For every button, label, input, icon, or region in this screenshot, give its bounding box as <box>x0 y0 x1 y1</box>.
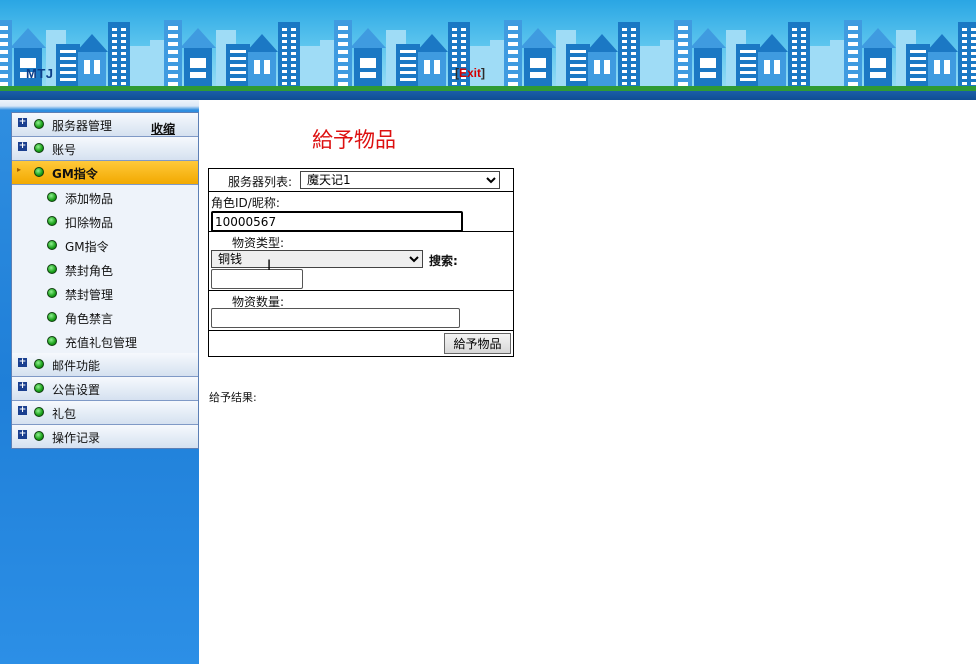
give-item-form: 服务器列表: 魔天记1 角色ID/昵称: 物资类型: 铜钱 搜索: 物资数量: … <box>208 168 514 357</box>
sidebar-item-gm-command[interactable]: GM指令 <box>12 233 198 257</box>
exit-area: [Exit] <box>455 66 485 80</box>
role-label: 角色ID/昵称: <box>211 196 280 210</box>
sidebar-category-gm[interactable]: ▸ GM指令 <box>12 161 198 185</box>
sidebar-category-label: 邮件功能 <box>52 359 101 373</box>
form-row-quantity: 物资数量: <box>209 291 513 331</box>
sidebar-category-log[interactable]: + 操作记录 <box>12 425 198 448</box>
green-dot-icon <box>34 383 44 393</box>
form-row-role: 角色ID/昵称: <box>209 192 513 232</box>
sidebar-item-ban-manage[interactable]: 禁封管理 <box>12 281 198 305</box>
brand-logo: MTJ <box>26 66 54 81</box>
sidebar-item-recharge-gift[interactable]: 充值礼包管理 <box>12 329 198 353</box>
server-label: 服务器列表: <box>228 175 293 189</box>
green-dot-icon <box>34 143 44 153</box>
header-banner: MTJ [Exit] <box>0 0 976 100</box>
sidebar-category-gift[interactable]: + 礼包 <box>12 401 198 425</box>
plus-icon[interactable]: + <box>18 358 27 367</box>
sidebar-category-notice[interactable]: + 公告设置 <box>12 377 198 401</box>
green-dot-icon <box>34 359 44 369</box>
role-id-input[interactable] <box>211 211 463 232</box>
give-item-button[interactable]: 給予物品 <box>444 333 511 354</box>
sidebar-category-server[interactable]: + 服务器管理 收缩 <box>12 113 198 137</box>
form-row-type: 物资类型: 铜钱 搜索: <box>209 232 513 291</box>
collapse-link[interactable]: 收缩 <box>151 120 175 137</box>
sidebar-item-mute-role[interactable]: 角色禁言 <box>12 305 198 329</box>
banner-band <box>0 91 976 100</box>
sidebar-item-label[interactable]: 角色禁言 <box>65 310 113 327</box>
server-select[interactable]: 魔天记1 <box>300 171 500 189</box>
search-label: 搜索: <box>429 254 458 268</box>
sidebar-category-account[interactable]: + 账号 <box>12 137 198 161</box>
sidebar-item-label[interactable]: 禁封管理 <box>65 286 113 303</box>
plus-icon[interactable]: + <box>18 382 27 391</box>
green-dot-icon <box>47 216 57 226</box>
sidebar-item-label[interactable]: 扣除物品 <box>65 214 113 231</box>
sidebar-item-add-item[interactable]: 添加物品 <box>12 185 198 209</box>
sidebar: + 服务器管理 收缩 + 账号 ▸ GM指令 添加物品 扣除物品 GM指令 禁封… <box>0 100 199 664</box>
sidebar-item-ban-role[interactable]: 禁封角色 <box>12 257 198 281</box>
arrow-icon: ▸ <box>17 165 22 174</box>
quantity-input[interactable] <box>211 308 460 328</box>
sidebar-category-label: GM指令 <box>52 167 98 181</box>
search-input[interactable] <box>211 269 303 289</box>
green-dot-icon <box>47 312 57 322</box>
green-dot-icon <box>47 288 57 298</box>
sidebar-category-label: 操作记录 <box>52 431 101 445</box>
green-dot-icon <box>47 264 57 274</box>
sidebar-item-label[interactable]: 禁封角色 <box>65 262 113 279</box>
sidebar-category-label: 服务器管理 <box>52 119 113 133</box>
sidebar-menu: + 服务器管理 收缩 + 账号 ▸ GM指令 添加物品 扣除物品 GM指令 禁封… <box>11 112 199 449</box>
green-dot-icon <box>34 407 44 417</box>
item-type-select[interactable]: 铜钱 <box>211 250 423 268</box>
sidebar-item-label[interactable]: GM指令 <box>65 238 109 255</box>
plus-icon[interactable]: + <box>18 430 27 439</box>
green-dot-icon <box>34 431 44 441</box>
plus-icon[interactable]: + <box>18 118 27 127</box>
city-skyline-image <box>0 20 976 90</box>
plus-icon[interactable]: + <box>18 142 27 151</box>
sidebar-submenu-gm: 添加物品 扣除物品 GM指令 禁封角色 禁封管理 角色禁言 充值礼包管理 <box>12 185 198 353</box>
green-dot-icon <box>47 336 57 346</box>
green-dot-icon <box>34 167 44 177</box>
form-row-submit: 給予物品 <box>209 331 513 356</box>
text-cursor-icon: I <box>267 258 272 274</box>
sidebar-item-label[interactable]: 添加物品 <box>65 190 113 207</box>
green-dot-icon <box>47 192 57 202</box>
sidebar-category-mail[interactable]: + 邮件功能 <box>12 353 198 377</box>
exit-link[interactable]: Exit <box>459 66 481 80</box>
sidebar-category-label: 礼包 <box>52 407 77 421</box>
green-dot-icon <box>34 119 44 129</box>
form-row-server: 服务器列表: 魔天记1 <box>209 169 513 192</box>
page-title: 給予物品 <box>312 128 396 152</box>
sidebar-category-label: 账号 <box>52 143 77 157</box>
sidebar-item-deduct-item[interactable]: 扣除物品 <box>12 209 198 233</box>
exit-bracket-close: ] <box>481 66 486 80</box>
plus-icon[interactable]: + <box>18 406 27 415</box>
result-label: 给予结果: <box>209 391 257 404</box>
sidebar-item-label[interactable]: 充值礼包管理 <box>65 334 137 351</box>
sidebar-category-label: 公告设置 <box>52 383 101 397</box>
green-dot-icon <box>47 240 57 250</box>
type-label: 物资类型: <box>232 236 285 250</box>
